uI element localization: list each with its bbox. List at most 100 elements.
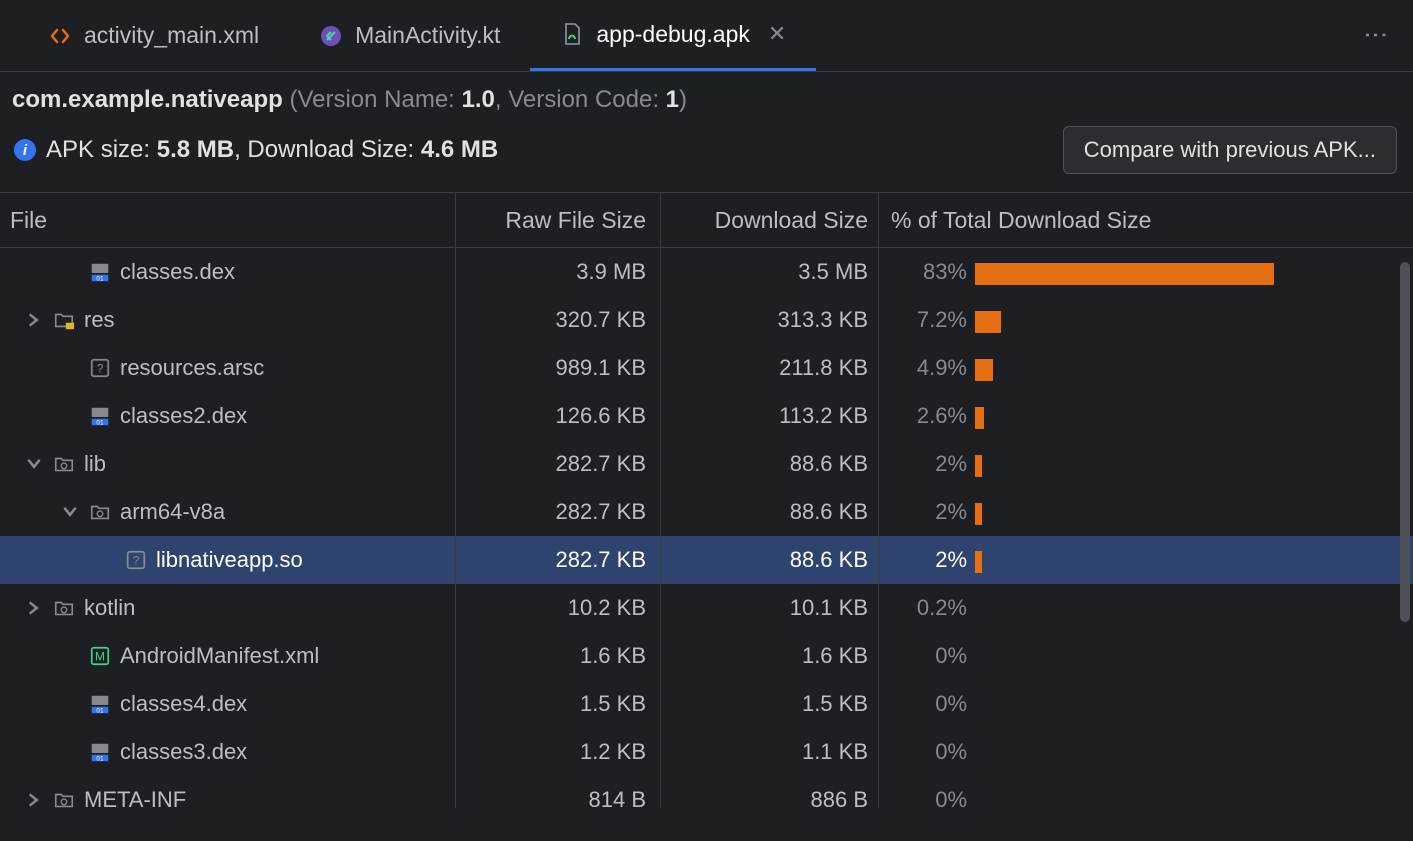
svg-text:?: ? — [133, 554, 140, 568]
download-size: 1.6 KB — [660, 632, 878, 680]
file-name: AndroidManifest.xml — [120, 643, 319, 669]
table-row[interactable]: 01classes3.dex1.2 KB1.1 KB0% — [0, 728, 1413, 776]
percent-bar — [975, 641, 1413, 671]
percent-bar — [975, 497, 1413, 527]
table-row[interactable]: 01 classes.dex 3.9 MB3.5 MB 83% — [0, 248, 1413, 296]
percent-bar — [975, 737, 1413, 767]
table-row[interactable]: 01classes2.dex126.6 KB113.2 KB2.6% — [0, 392, 1413, 440]
raw-size: 126.6 KB — [455, 392, 660, 440]
size-info-row: i APK size: 5.8 MB, Download Size: 4.6 M… — [0, 120, 1413, 192]
version-name-label: (Version Name: — [283, 86, 462, 113]
table-row[interactable]: res320.7 KB313.3 KB7.2% — [0, 296, 1413, 344]
download-size-label: , Download Size: — [234, 136, 421, 163]
download-size: 88.6 KB — [660, 488, 878, 536]
scrollbar[interactable] — [1398, 260, 1410, 820]
version-name: 1.0 — [462, 86, 495, 113]
table-header: File Raw File Size Download Size % of To… — [0, 192, 1413, 248]
unknown-icon: ? — [124, 548, 148, 572]
table-row[interactable]: arm64-v8a282.7 KB88.6 KB2% — [0, 488, 1413, 536]
percent-text: 2% — [891, 547, 967, 573]
percent-bar — [975, 449, 1413, 479]
apk-icon — [560, 22, 584, 46]
table-row[interactable]: ?libnativeapp.so282.7 KB88.6 KB2% — [0, 536, 1413, 584]
overflow-menu-icon[interactable]: ⋮ — [1361, 23, 1389, 49]
folder-icon — [52, 788, 76, 808]
dex-icon: 01 — [88, 692, 112, 716]
expand-arrow-icon[interactable] — [24, 601, 44, 615]
expand-arrow-icon[interactable] — [24, 313, 44, 327]
table-row[interactable]: META-INF814 B886 B0% — [0, 776, 1413, 808]
percent-text: 2% — [891, 499, 967, 525]
editor-tabs: activity_main.xml MainActivity.kt app-de… — [0, 0, 1413, 72]
percent-text: 0.2% — [891, 595, 967, 621]
download-size: 88.6 KB — [660, 536, 878, 584]
table-row[interactable]: 01classes4.dex1.5 KB1.5 KB0% — [0, 680, 1413, 728]
percent-bar — [975, 689, 1413, 719]
file-name: lib — [84, 451, 106, 477]
percent-text: 0% — [891, 643, 967, 669]
percent-text: 0% — [891, 787, 967, 808]
tab-main-activity[interactable]: MainActivity.kt — [289, 0, 530, 71]
file-name: classes.dex — [120, 259, 235, 285]
column-file[interactable]: File — [0, 207, 455, 234]
close-icon[interactable]: ✕ — [768, 21, 786, 47]
folder-icon — [52, 596, 76, 620]
xml-icon — [48, 24, 72, 48]
file-name: res — [84, 307, 115, 333]
percent-text: 83% — [891, 259, 967, 285]
tab-label: activity_main.xml — [84, 22, 259, 49]
scrollbar-thumb[interactable] — [1400, 262, 1410, 622]
tab-label: MainActivity.kt — [355, 22, 500, 49]
download-size: 3.5 MB — [660, 248, 878, 296]
expand-arrow-icon[interactable] — [24, 457, 44, 471]
percent-text: 4.9% — [891, 355, 967, 381]
file-name: classes2.dex — [120, 403, 247, 429]
svg-text:01: 01 — [96, 419, 104, 426]
column-download-size[interactable]: Download Size — [660, 193, 878, 247]
close-paren: ) — [679, 86, 687, 113]
table-row[interactable]: ?resources.arsc989.1 KB211.8 KB4.9% — [0, 344, 1413, 392]
table-row[interactable]: lib282.7 KB88.6 KB2% — [0, 440, 1413, 488]
svg-text:01: 01 — [96, 275, 104, 282]
tab-label: app-debug.apk — [596, 21, 749, 48]
download-size: 1.5 KB — [660, 680, 878, 728]
file-name: META-INF — [84, 787, 186, 808]
folder-res-icon — [52, 308, 76, 332]
info-icon: i — [14, 139, 36, 161]
package-info: com.example.nativeapp (Version Name: 1.0… — [0, 72, 1413, 120]
file-name: classes4.dex — [120, 691, 247, 717]
percent-bar — [975, 785, 1413, 808]
raw-size: 1.6 KB — [455, 632, 660, 680]
file-tree-rows: 01 classes.dex 3.9 MB3.5 MB 83% res 320.7 KB3… — [0, 248, 1413, 808]
tab-activity-main[interactable]: activity_main.xml — [18, 0, 289, 71]
kotlin-class-icon — [319, 24, 343, 48]
raw-size: 3.9 MB — [455, 248, 660, 296]
table-row[interactable]: kotlin10.2 KB10.1 KB0.2% — [0, 584, 1413, 632]
column-raw-size[interactable]: Raw File Size — [455, 193, 660, 247]
svg-text:M: M — [95, 650, 105, 664]
table-row[interactable]: M AndroidManifest.xml 1.6 KB1.6 KB 0% — [0, 632, 1413, 680]
file-name: libnativeapp.so — [156, 547, 303, 573]
size-text: APK size: 5.8 MB, Download Size: 4.6 MB — [46, 136, 498, 164]
download-size: 1.1 KB — [660, 728, 878, 776]
file-name: kotlin — [84, 595, 135, 621]
expand-arrow-icon[interactable] — [24, 793, 44, 807]
tab-app-debug-apk[interactable]: app-debug.apk ✕ — [530, 0, 816, 71]
percent-bar — [975, 545, 1413, 575]
folder-icon — [52, 452, 76, 476]
expand-arrow-icon[interactable] — [60, 505, 80, 519]
apk-size-label: APK size: — [46, 136, 157, 163]
dex-icon: 01 — [88, 740, 112, 764]
file-name: resources.arsc — [120, 355, 264, 381]
raw-size: 989.1 KB — [455, 344, 660, 392]
download-size: 886 B — [660, 776, 878, 808]
file-name: classes3.dex — [120, 739, 247, 765]
raw-size: 320.7 KB — [455, 296, 660, 344]
column-percent[interactable]: % of Total Download Size — [878, 193, 1413, 247]
download-size: 88.6 KB — [660, 440, 878, 488]
percent-text: 2% — [891, 451, 967, 477]
svg-text:01: 01 — [96, 707, 104, 714]
download-size: 313.3 KB — [660, 296, 878, 344]
svg-text:01: 01 — [96, 755, 104, 762]
compare-button[interactable]: Compare with previous APK... — [1063, 126, 1397, 174]
